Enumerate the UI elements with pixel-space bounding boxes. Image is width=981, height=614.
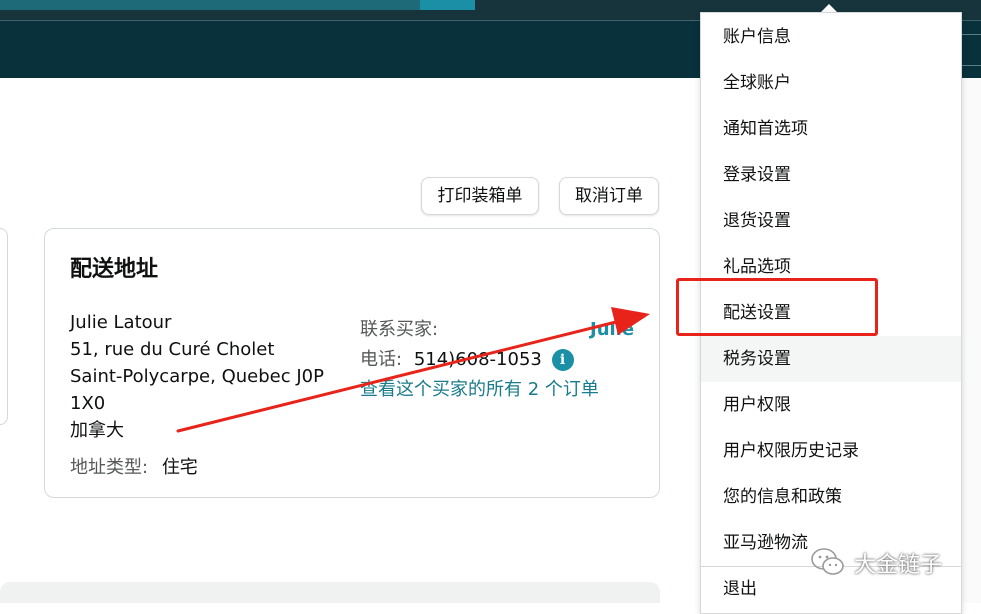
watermark-text: 大金链子 — [854, 553, 943, 578]
annotation-arrow-icon — [176, 307, 650, 433]
wechat-icon — [811, 548, 844, 575]
